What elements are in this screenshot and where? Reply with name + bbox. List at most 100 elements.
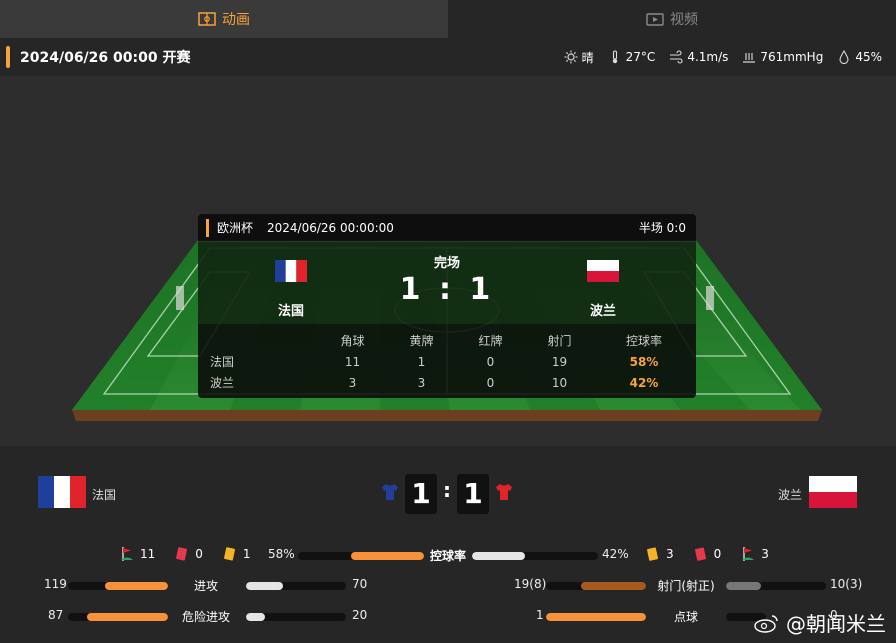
home-penalty: 1: [536, 608, 544, 622]
overlay-accent: [206, 218, 209, 237]
score-colon: :: [443, 478, 451, 502]
animation-stage: 欧洲杯 2024/06/26 00:00:00 半场 0:0 法国 完场 1 :…: [0, 76, 896, 446]
weather-humidity: 45%: [837, 50, 882, 64]
away-yellow-count: 3: [666, 547, 674, 561]
tab-video[interactable]: 视频: [448, 0, 896, 38]
home-attack-fill: [105, 582, 168, 590]
home-shirt-icon: [382, 484, 398, 500]
pressure-icon: [743, 53, 756, 63]
away-shots: 10(3): [830, 577, 863, 591]
tab-animation-label: 动画: [222, 12, 250, 28]
match-score-overlay: 欧洲杯 2024/06/26 00:00:00 半场 0:0 法国 完场 1 :…: [198, 214, 696, 398]
away-team-name: 波兰: [778, 488, 803, 502]
away-attack-bar: [246, 582, 346, 590]
away-corners-count: 3: [761, 547, 769, 561]
attack-label: 进攻: [193, 579, 218, 593]
thermometer-icon: [612, 50, 617, 64]
home-events: 11 0 1: [120, 546, 251, 562]
overlay-stats-table: 角球 黄牌 红牌 射门 控球率 法国 11 1 0 19 58% 波兰 3 3 …: [198, 324, 696, 393]
away-danger-fill: [246, 613, 265, 621]
weibo-icon: [754, 614, 778, 633]
weather-humidity-text: 45%: [855, 50, 882, 64]
away-possession-fill: [472, 552, 525, 560]
yellow-card-icon: [223, 547, 235, 561]
row-red: 0: [486, 354, 495, 369]
weather-info: 晴 27°C 4.1m/s 761mmHg 45%: [564, 49, 882, 66]
red-card-icon: [694, 547, 706, 561]
home-penalty-fill: [546, 613, 646, 621]
weather-pressure: 761mmHg: [742, 50, 823, 64]
away-shirt-icon: [496, 484, 512, 500]
col-red: 红牌: [478, 334, 503, 348]
home-danger-fill: [87, 613, 168, 621]
home-attack: 119: [44, 577, 67, 591]
away-shots-fill: [726, 582, 761, 590]
col-corners: 角球: [340, 334, 365, 348]
row-corners: 3: [348, 375, 357, 390]
corner-flag-icon: [121, 547, 133, 561]
home-possession-bar: [298, 552, 424, 560]
tab-animation[interactable]: 动画: [0, 0, 448, 38]
row-shots: 19: [551, 354, 568, 369]
watermark-text: @朝闻米兰: [786, 612, 886, 636]
yellow-card-icon: [647, 547, 658, 561]
red-card-icon: [176, 547, 188, 561]
wind-icon: [670, 50, 683, 64]
overlay-score-area: 法国 完场 1 : 1 波兰: [198, 242, 696, 324]
away-possession: 42%: [602, 547, 629, 561]
watermark: @朝闻米兰: [754, 608, 886, 637]
home-corners-count: 11: [140, 547, 156, 561]
pitch-icon: [198, 12, 216, 26]
weather-condition-text: 晴: [581, 50, 594, 65]
tv-icon: [646, 13, 664, 26]
home-possession: 58%: [268, 547, 295, 561]
row-yellow: 1: [417, 354, 426, 369]
home-shots-bar: [546, 582, 646, 590]
away-red-count: 0: [713, 547, 722, 561]
table-header-row: 角球 黄牌 红牌 射门 控球率: [198, 330, 696, 351]
weather-wind-text: 4.1m/s: [687, 50, 729, 64]
overlay-away-name: 波兰: [589, 304, 616, 319]
overlay-away-team: 波兰: [563, 260, 643, 319]
weather-pressure-text: 761mmHg: [760, 50, 824, 64]
home-penalty-bar: [546, 613, 646, 621]
away-danger-attack: 20: [352, 608, 368, 622]
home-score: 1: [405, 474, 437, 514]
match-info-bar: 2024/06/26 00:00 开赛 晴 27°C 4.1m/s 761mmH…: [0, 38, 896, 76]
home-shots: 19(8): [514, 577, 547, 591]
weather-temp-text: 27°C: [625, 50, 656, 64]
tab-bar: 动画 视频: [0, 0, 896, 38]
home-danger-bar: [68, 613, 168, 621]
col-shots: 射门: [547, 334, 572, 348]
stats-panel: 法国 1 : 1 波兰 11 0 1 58% 控球率 42% 3 0 3 119…: [0, 446, 896, 643]
poland-flag-icon: [587, 260, 619, 282]
competition-name: 欧洲杯: [217, 221, 254, 235]
col-yellow: 黄牌: [409, 334, 434, 348]
row-red: 0: [486, 375, 495, 390]
home-team-name: 法国: [92, 488, 117, 502]
row-corners: 11: [344, 354, 361, 369]
col-possession: 控球率: [625, 334, 662, 348]
away-attack-fill: [246, 582, 283, 590]
home-shots-fill: [581, 582, 646, 590]
away-attack: 70: [352, 577, 368, 591]
shots-label: 射门(射正): [657, 579, 715, 593]
overlay-datetime: 2024/06/26 00:00:00: [267, 220, 394, 235]
france-flag-icon: [38, 476, 86, 508]
away-events: 3 0 3: [646, 546, 769, 562]
penalty-label: 点球: [673, 610, 698, 624]
row-team: 波兰: [210, 376, 235, 390]
accent-marker: [6, 46, 10, 68]
table-row: 法国 11 1 0 19 58%: [198, 351, 696, 372]
home-red-count: 0: [195, 547, 203, 561]
danger-attack-label: 危险进攻: [181, 610, 230, 624]
table-row: 波兰 3 3 0 10 42%: [198, 372, 696, 393]
row-team: 法国: [210, 355, 235, 369]
halftime-score: 半场 0:0: [638, 221, 686, 235]
row-shots: 10: [551, 375, 568, 390]
corner-flag-icon: [742, 547, 755, 561]
home-attack-bar: [68, 582, 168, 590]
droplet-icon: [839, 50, 849, 64]
overlay-header: 欧洲杯 2024/06/26 00:00:00 半场 0:0: [198, 214, 696, 242]
kickoff-time: 2024/06/26 00:00 开赛: [20, 50, 191, 66]
